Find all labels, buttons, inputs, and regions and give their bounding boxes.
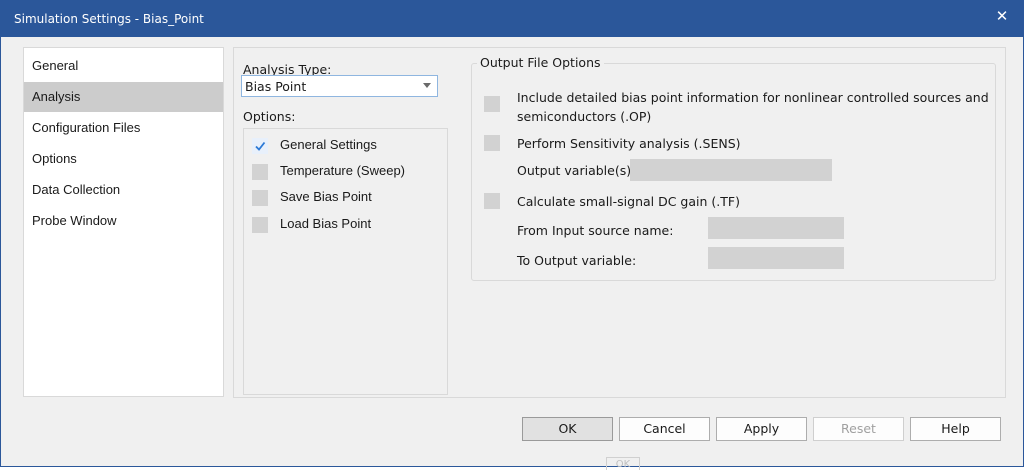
settings-nav: General Analysis Configuration Files Opt…	[23, 47, 224, 397]
output-variables-input[interactable]	[630, 159, 832, 181]
save-bias-point-checkbox[interactable]	[252, 190, 268, 206]
options-list: General Settings Temperature (Sweep) Sav…	[243, 128, 448, 395]
option-load-bias-point[interactable]: Load Bias Point	[252, 214, 442, 236]
nav-item-data-collection[interactable]: Data Collection	[24, 175, 223, 205]
option-temperature-sweep[interactable]: Temperature (Sweep)	[252, 161, 442, 183]
tf-checkbox[interactable]	[484, 193, 500, 209]
op-label-line2: semiconductors (.OP)	[517, 109, 652, 124]
checkmark-icon	[255, 141, 266, 151]
option-label: Temperature (Sweep)	[280, 163, 405, 178]
analysis-type-dropdown[interactable]: Bias Point	[241, 75, 438, 97]
load-bias-point-checkbox[interactable]	[252, 217, 268, 233]
close-icon[interactable]: ✕	[991, 5, 1013, 27]
option-save-bias-point[interactable]: Save Bias Point	[252, 187, 442, 209]
option-label: Load Bias Point	[280, 216, 372, 231]
nav-item-options[interactable]: Options	[24, 144, 223, 174]
sens-checkbox[interactable]	[484, 135, 500, 151]
nav-item-general[interactable]: General	[24, 51, 223, 81]
cancel-button[interactable]: Cancel	[619, 417, 710, 441]
sens-label: Perform Sensitivity analysis (.SENS)	[517, 136, 741, 151]
ok-button[interactable]: OK	[522, 417, 613, 441]
nav-item-configuration-files[interactable]: Configuration Files	[24, 113, 223, 143]
nav-item-analysis[interactable]: Analysis	[24, 82, 223, 112]
apply-button[interactable]: Apply	[716, 417, 807, 441]
ghost-ok-button: OK	[606, 457, 640, 470]
output-variables-label: Output variable(s):	[517, 163, 636, 178]
chevron-down-icon	[423, 83, 431, 88]
title-bar: Simulation Settings - Bias_Point ✕	[1, 1, 1023, 37]
window-title: Simulation Settings - Bias_Point	[14, 12, 204, 26]
to-output-variable-label: To Output variable:	[517, 253, 637, 268]
option-general-settings[interactable]: General Settings	[252, 135, 442, 157]
from-input-source-label: From Input source name:	[517, 223, 674, 238]
option-label: General Settings	[280, 137, 377, 152]
simulation-settings-dialog: Simulation Settings - Bias_Point ✕ Gener…	[0, 0, 1024, 470]
op-label-line1: Include detailed bias point information …	[517, 90, 989, 105]
help-button[interactable]: Help	[910, 417, 1001, 441]
option-label: Save Bias Point	[280, 189, 372, 204]
tf-label: Calculate small-signal DC gain (.TF)	[517, 194, 740, 209]
op-checkbox[interactable]	[484, 96, 500, 112]
output-file-options-title: Output File Options	[477, 55, 604, 70]
analysis-type-value: Bias Point	[245, 79, 307, 94]
to-output-variable-input[interactable]	[708, 247, 844, 269]
general-settings-checkbox[interactable]	[252, 138, 268, 154]
options-label: Options:	[243, 109, 296, 124]
nav-item-probe-window[interactable]: Probe Window	[24, 206, 223, 236]
temperature-sweep-checkbox[interactable]	[252, 164, 268, 180]
reset-button: Reset	[813, 417, 904, 441]
from-input-source-input[interactable]	[708, 217, 844, 239]
